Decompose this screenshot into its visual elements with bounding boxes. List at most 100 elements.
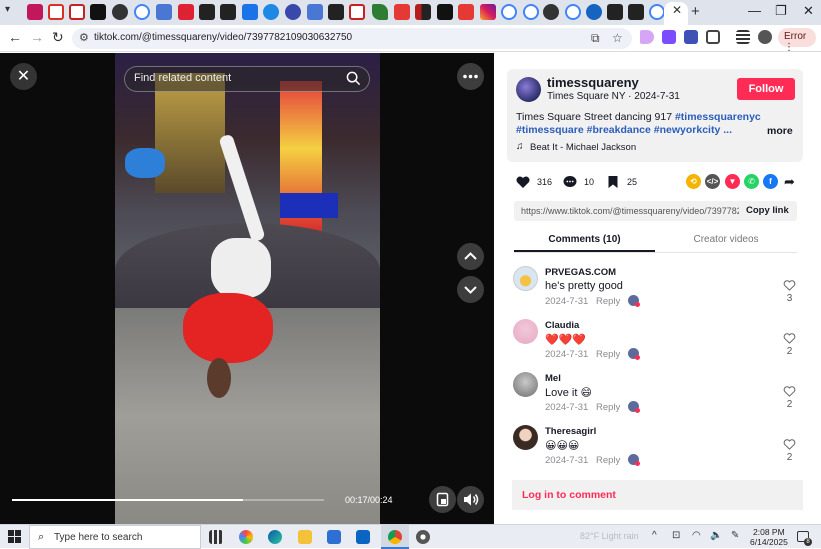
like-heart-icon[interactable] xyxy=(515,174,531,190)
url-text[interactable]: tiktok.com/@timessquareny/video/73977821… xyxy=(94,32,352,43)
commenter-avatar[interactable] xyxy=(513,319,538,344)
previous-video-button[interactable] xyxy=(457,243,484,270)
address-bar[interactable]: ⚙ tiktok.com/@timessquareny/video/739778… xyxy=(72,28,632,49)
extension-icon[interactable] xyxy=(662,30,676,44)
reply-button[interactable]: Reply xyxy=(596,296,620,307)
hashtag-link[interactable]: #newyorkcity xyxy=(654,124,721,136)
tab-youtube-icon[interactable] xyxy=(394,4,410,20)
facebook-icon[interactable]: f xyxy=(763,174,778,189)
tray-app-icon[interactable]: ⊡ xyxy=(672,530,680,541)
commenter-avatar[interactable] xyxy=(513,372,538,397)
tab-amazon-icon[interactable] xyxy=(90,4,106,20)
send-to-friends-icon[interactable]: ▼ xyxy=(725,174,740,189)
forward-arrow-icon[interactable]: → xyxy=(30,29,44,45)
tab-favicon-icon[interactable] xyxy=(586,4,602,20)
more-options-button[interactable] xyxy=(457,63,484,90)
tab-favicon-icon[interactable] xyxy=(112,4,128,20)
embed-icon[interactable]: </> xyxy=(705,174,720,189)
comment-like-heart-icon[interactable] xyxy=(783,332,796,344)
bookmark-star-icon[interactable]: ☆ xyxy=(612,31,623,45)
minimize-button[interactable]: — xyxy=(748,3,761,18)
hashtag-link[interactable]: #timessquarenyc xyxy=(675,111,761,123)
tab-google-icon[interactable] xyxy=(565,4,581,20)
share-link-text[interactable]: https://www.tiktok.com/@timessquareny/vi… xyxy=(521,206,739,216)
tray-chevron-up-icon[interactable]: ^ xyxy=(652,530,657,541)
login-to-comment-bar[interactable]: Log in to comment xyxy=(512,480,803,510)
extension-icon[interactable] xyxy=(640,30,654,44)
reply-button[interactable]: Reply xyxy=(596,349,620,360)
weather-widget[interactable]: 82°F Light rain xyxy=(580,531,639,541)
tab-gmail-icon[interactable] xyxy=(69,4,85,20)
settings-gear-icon[interactable] xyxy=(416,530,430,544)
tab-docs-icon[interactable] xyxy=(307,4,323,20)
tab-docs-icon[interactable] xyxy=(156,4,172,20)
edge-icon[interactable] xyxy=(268,530,282,544)
commenter-name[interactable]: Theresagirl xyxy=(545,426,596,437)
music-title-link[interactable]: Beat It - Michael Jackson xyxy=(530,142,636,153)
clock-date[interactable]: 6/14/2025 xyxy=(750,537,788,547)
commenter-name[interactable]: PRVEGAS.COM xyxy=(545,267,616,278)
pen-icon[interactable]: ✎ xyxy=(731,530,739,541)
outlook-icon[interactable] xyxy=(356,530,370,544)
tab-favicon-icon[interactable] xyxy=(628,4,644,20)
picture-in-picture-button[interactable] xyxy=(429,486,456,513)
tab-youtube-icon[interactable] xyxy=(458,4,474,20)
reply-button[interactable]: Reply xyxy=(596,402,620,413)
tab-search-chevron-icon[interactable]: ▾ xyxy=(5,4,10,15)
hashtag-link[interactable]: #breakdance xyxy=(587,124,651,136)
commenter-name[interactable]: Mel xyxy=(545,373,561,384)
tab-creator-videos[interactable]: Creator videos xyxy=(655,234,797,245)
video-progress-bar[interactable] xyxy=(12,499,324,501)
related-search-bar[interactable] xyxy=(124,66,370,92)
comment-like-heart-icon[interactable] xyxy=(783,385,796,397)
reply-button[interactable]: Reply xyxy=(596,455,620,466)
whatsapp-icon[interactable]: ✆ xyxy=(744,174,759,189)
commenter-avatar[interactable] xyxy=(513,425,538,450)
reload-icon[interactable]: ↻ xyxy=(52,29,64,46)
tab-instagram-icon[interactable] xyxy=(480,4,496,20)
tab-favicon-icon[interactable] xyxy=(607,4,623,20)
related-search-input[interactable] xyxy=(134,72,334,84)
tab-favicon-icon[interactable] xyxy=(263,4,279,20)
close-video-button[interactable]: ✕ xyxy=(10,63,37,90)
tab-favicon-icon[interactable] xyxy=(543,4,559,20)
tab-drive-icon[interactable] xyxy=(372,4,388,20)
more-description-button[interactable]: more xyxy=(767,125,793,137)
video-frame[interactable] xyxy=(115,53,380,524)
install-app-icon[interactable]: ⧉ xyxy=(591,31,600,46)
follow-button[interactable]: Follow xyxy=(737,78,795,100)
site-info-icon[interactable]: ⚙ xyxy=(79,31,89,44)
copy-link-button[interactable]: Copy link xyxy=(746,205,789,216)
bookmark-icon[interactable] xyxy=(605,174,621,190)
copilot-icon[interactable] xyxy=(239,530,253,544)
back-arrow-icon[interactable]: ← xyxy=(8,29,22,45)
hashtag-link[interactable]: #timessquare xyxy=(516,124,584,136)
tab-google-icon[interactable] xyxy=(649,4,665,20)
repost-icon[interactable]: ⟲ xyxy=(686,174,701,189)
task-view-icon[interactable] xyxy=(209,530,223,544)
extension-icon[interactable] xyxy=(684,30,698,44)
chrome-taskbar-button[interactable] xyxy=(381,525,409,549)
tab-favicon-icon[interactable] xyxy=(27,4,43,20)
tab-google-icon[interactable] xyxy=(523,4,539,20)
comment-like-heart-icon[interactable] xyxy=(783,438,796,450)
tab-favicon-icon[interactable] xyxy=(178,4,194,20)
login-to-comment-link[interactable]: Log in to comment xyxy=(522,489,616,501)
extensions-puzzle-icon[interactable] xyxy=(706,30,720,44)
close-window-button[interactable]: ✕ xyxy=(803,3,814,19)
tab-favicon-icon[interactable] xyxy=(328,4,344,20)
wifi-icon[interactable]: ◠ xyxy=(692,530,701,541)
reading-list-icon[interactable] xyxy=(736,30,750,44)
tab-favicon-icon[interactable] xyxy=(285,4,301,20)
tab-favicon-icon[interactable] xyxy=(220,4,236,20)
next-video-button[interactable] xyxy=(457,276,484,303)
author-name[interactable]: timessquareny xyxy=(547,75,639,90)
tab-google-icon[interactable] xyxy=(501,4,517,20)
store-icon[interactable] xyxy=(327,530,341,544)
share-arrow-icon[interactable]: ➦ xyxy=(782,174,797,189)
file-explorer-icon[interactable] xyxy=(298,530,312,544)
clock-time[interactable]: 2:08 PM xyxy=(753,527,785,537)
tab-google-icon[interactable] xyxy=(134,4,150,20)
tab-gmail-icon[interactable] xyxy=(349,4,365,20)
profile-error-badge[interactable]: Error ⋮ xyxy=(778,28,816,53)
